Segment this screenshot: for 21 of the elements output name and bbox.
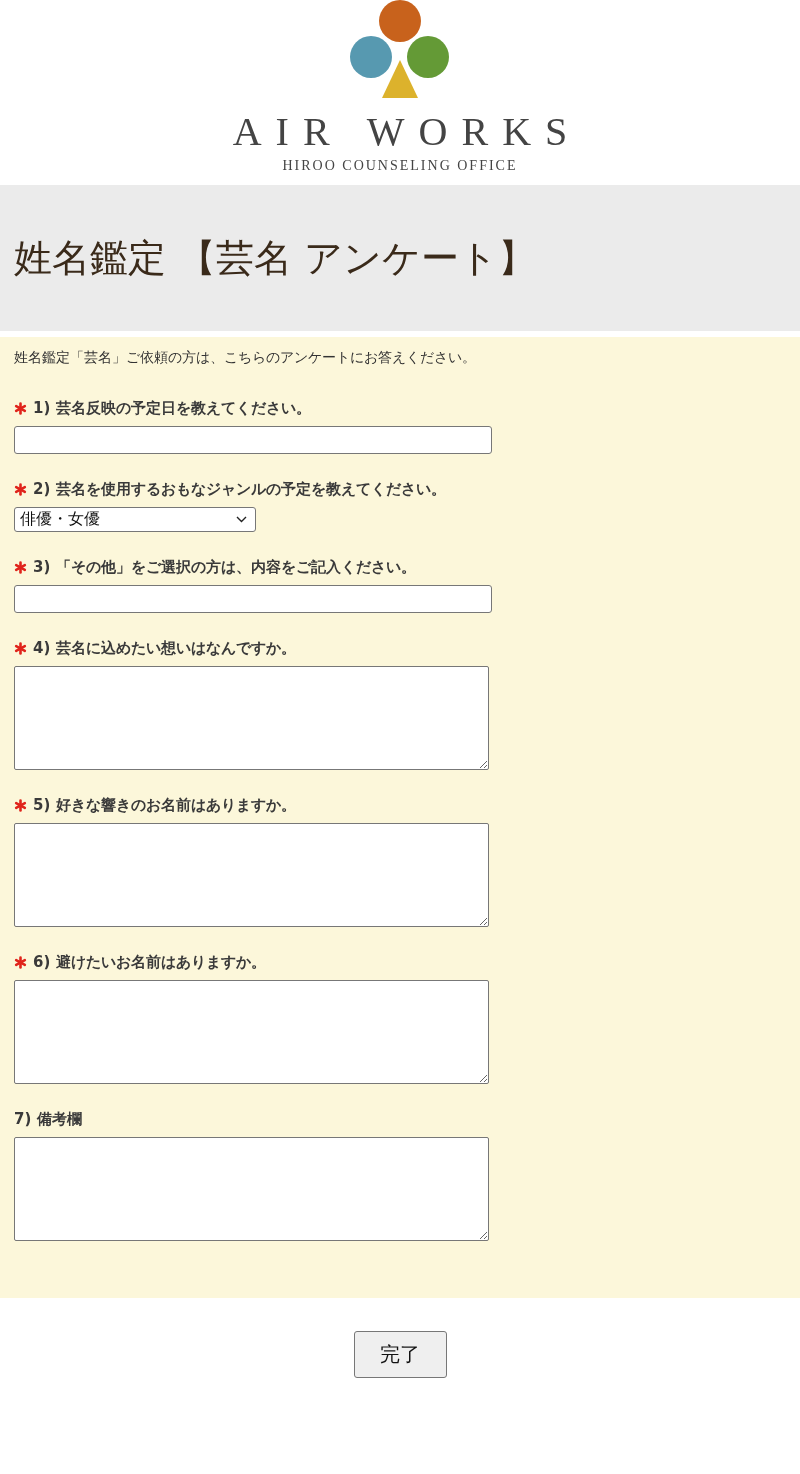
textarea-field[interactable] (14, 980, 489, 1084)
text-field[interactable] (14, 585, 492, 613)
question-label: 6) 避けたいお名前はありますか。 (33, 953, 266, 972)
question-label: 4) 芸名に込めたい想いはなんですか。 (33, 639, 296, 658)
intro-text: 姓名鑑定「芸名」ご依頼の方は、こちらのアンケートにお答えください。 (14, 349, 477, 367)
textarea-field[interactable] (14, 823, 489, 927)
question-label: 5) 好きな響きのお名前はありますか。 (33, 796, 296, 815)
textarea-field[interactable] (14, 666, 489, 770)
page-title: 姓名鑑定 【芸名 アンケート】 (14, 234, 537, 282)
textarea-field[interactable] (14, 1137, 489, 1241)
logo-icon (350, 0, 450, 100)
question-label: 7) 備考欄 (14, 1110, 82, 1129)
logo-name: AIR WORKS (231, 110, 582, 154)
question-label: 3) 「その他」をご選択の方は、内容をご記入ください。 (33, 558, 416, 577)
submit-button[interactable]: 完了 (353, 1331, 447, 1378)
text-field[interactable] (14, 426, 492, 454)
question-label: 2) 芸名を使用するおもなジャンルの予定を教えてください。 (33, 480, 446, 499)
logo-tagline: HIROO COUNSELING OFFICE (282, 158, 518, 174)
genre-dropdown[interactable]: 俳優・女優 (14, 507, 256, 532)
chevron-down-icon (236, 516, 247, 523)
question-label: 1) 芸名反映の予定日を教えてください。 (33, 399, 311, 418)
